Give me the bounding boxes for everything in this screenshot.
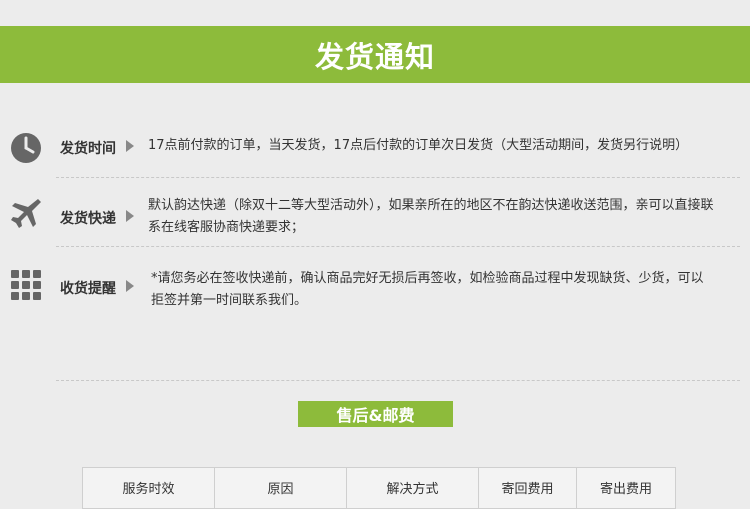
- aftersales-table-header: 服务时效 原因 解决方式 寄回费用 寄出费用: [82, 467, 676, 509]
- receiving-reminder-row: 收货提醒 *请您务必在签收快递前，确认商品完好无损后再签收，如检验商品过程中发现…: [0, 266, 750, 310]
- page-title: 发货通知: [314, 39, 435, 74]
- row-label: 收货提醒: [60, 281, 116, 297]
- table-header-cell: 寄回费用: [479, 468, 577, 508]
- header-banner: 发货通知: [0, 26, 750, 83]
- divider: [56, 380, 740, 381]
- chevron-right-icon: [126, 140, 134, 152]
- clock-icon: [10, 132, 42, 164]
- section-banner: 售后&邮费: [298, 401, 453, 427]
- row-text: *请您务必在签收快递前，确认商品完好无损后再签收，如检验商品过程中发现缺货、少货…: [151, 271, 704, 308]
- grid-icon: [10, 268, 42, 300]
- table-header-label: 服务时效: [122, 481, 175, 497]
- row-label: 发货快递: [60, 211, 116, 227]
- chevron-right-icon: [126, 280, 134, 292]
- table-header-cell: 寄出费用: [577, 468, 675, 508]
- table-header-cell: 解决方式: [347, 468, 479, 508]
- row-label: 发货时间: [60, 141, 116, 157]
- section-title: 售后&邮费: [336, 406, 415, 425]
- table-header-label: 寄出费用: [599, 481, 652, 497]
- table-header-cell: 服务时效: [83, 468, 215, 508]
- table-header-label: 解决方式: [386, 481, 439, 497]
- row-text: 默认韵达快递（除双十二等大型活动外），如果亲所在的地区不在韵达快递收送范围，亲可…: [148, 198, 714, 235]
- table-header-label: 原因: [267, 481, 294, 497]
- divider: [56, 246, 740, 247]
- divider: [56, 177, 740, 178]
- shipping-time-row: 发货时间 17点前付款的订单，当天发货，17点后付款的订单次日发货（大型活动期间…: [0, 130, 750, 166]
- row-text: 17点前付款的订单，当天发货，17点后付款的订单次日发货（大型活动期间，发货另行…: [148, 138, 689, 153]
- airplane-icon: [10, 197, 42, 229]
- chevron-right-icon: [126, 210, 134, 222]
- shipping-courier-row: 发货快递 默认韵达快递（除双十二等大型活动外），如果亲所在的地区不在韵达快递收送…: [0, 195, 750, 239]
- table-header-cell: 原因: [215, 468, 347, 508]
- table-header-label: 寄回费用: [501, 481, 554, 497]
